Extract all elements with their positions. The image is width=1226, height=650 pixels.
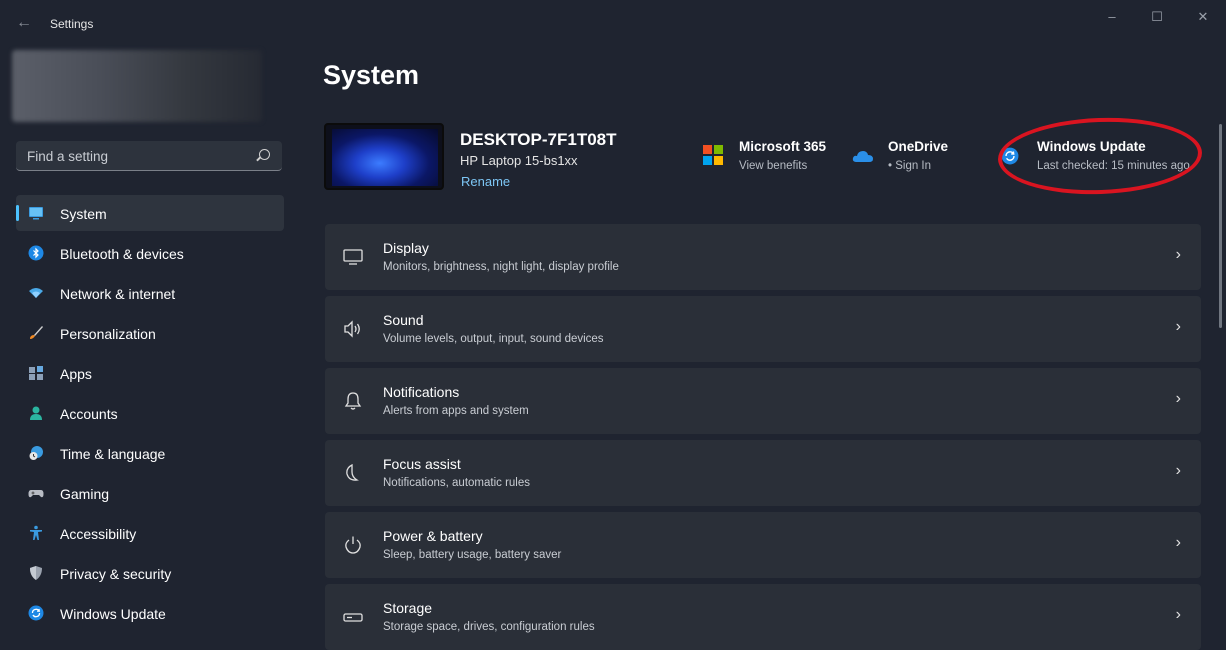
sidebar-item-personalization[interactable]: Personalization (16, 315, 284, 351)
chevron-right-icon: › (1175, 390, 1181, 407)
card-sound[interactable]: Sound Volume levels, output, input, soun… (325, 296, 1201, 362)
wifi-icon (29, 288, 43, 298)
device-name: DESKTOP-7F1T08T (460, 130, 617, 149)
sidebar-item-windows-update[interactable]: Windows Update (16, 595, 284, 631)
card-title: Display (383, 240, 429, 256)
card-display[interactable]: Display Monitors, brightness, night ligh… (325, 224, 1201, 290)
maximize-button[interactable]: ☐ (1144, 8, 1170, 26)
sidebar-item-network[interactable]: Network & internet (16, 275, 284, 311)
sidebar-item-gaming[interactable]: Gaming (16, 475, 284, 511)
quick-link-subtitle: • Sign In (888, 160, 932, 172)
sidebar-item-label: Personalization (60, 326, 156, 342)
sidebar-item-time-language[interactable]: Time & language (16, 435, 284, 471)
storage-icon (343, 613, 363, 622)
minimize-button[interactable]: – (1099, 8, 1125, 26)
chevron-right-icon: › (1175, 318, 1181, 335)
quick-link-subtitle: View benefits (739, 160, 808, 172)
title-bar: ← Settings – ☐ ✕ (0, 0, 1226, 48)
scrollbar[interactable] (1219, 124, 1222, 328)
wallpaper-image (332, 129, 438, 186)
rename-link[interactable]: Rename (461, 174, 510, 189)
sidebar-item-label: Bluetooth & devices (60, 246, 184, 262)
sidebar-item-system[interactable]: System (16, 195, 284, 231)
page-title: System (323, 60, 420, 90)
sidebar-item-accounts[interactable]: Accounts (16, 395, 284, 431)
card-subtitle: Volume levels, output, input, sound devi… (383, 333, 604, 345)
card-subtitle: Notifications, automatic rules (383, 477, 531, 489)
quick-link-title: Microsoft 365 (739, 139, 827, 154)
card-power-battery[interactable]: Power & battery Sleep, battery usage, ba… (325, 512, 1201, 578)
card-subtitle: Monitors, brightness, night light, displ… (383, 261, 619, 273)
globe-clock-icon (29, 446, 43, 460)
chevron-right-icon: › (1175, 246, 1181, 263)
sidebar-item-label: Privacy & security (60, 566, 172, 582)
sidebar-item-privacy[interactable]: Privacy & security (16, 555, 284, 591)
person-icon (30, 406, 42, 420)
sidebar-item-label: Apps (60, 366, 92, 382)
display-icon (343, 249, 363, 265)
sidebar-item-accessibility[interactable]: Accessibility (16, 515, 284, 551)
accessibility-icon (30, 525, 42, 540)
sidebar-item-label: Network & internet (60, 286, 176, 302)
user-profile-blurred[interactable] (12, 50, 262, 122)
card-subtitle: Alerts from apps and system (383, 405, 529, 417)
search-input[interactable]: Find a setting (27, 149, 108, 164)
microsoft-logo-icon (703, 145, 723, 165)
card-subtitle: Storage space, drives, configuration rul… (383, 621, 595, 633)
sidebar-item-label: Accounts (60, 406, 118, 422)
bluetooth-icon (28, 245, 44, 261)
moon-icon (346, 464, 359, 481)
card-title: Notifications (383, 384, 460, 400)
card-title: Power & battery (383, 528, 483, 544)
search-box[interactable]: Find a setting (16, 141, 282, 171)
sidebar-item-label: Gaming (60, 486, 110, 502)
card-title: Sound (383, 312, 424, 328)
monitor-icon (29, 207, 43, 220)
sidebar-item-label: Accessibility (60, 526, 137, 542)
card-title: Storage (383, 600, 433, 616)
chevron-right-icon: › (1175, 534, 1181, 551)
card-focus-assist[interactable]: Focus assist Notifications, automatic ru… (325, 440, 1201, 506)
apps-icon (29, 366, 43, 380)
quick-link-title: OneDrive (888, 139, 949, 154)
sync-icon (28, 605, 44, 621)
bell-icon (344, 392, 362, 410)
card-title: Focus assist (383, 456, 461, 472)
window-title: Settings (50, 17, 94, 31)
card-notifications[interactable]: Notifications Alerts from apps and syste… (325, 368, 1201, 434)
brush-icon (30, 326, 43, 339)
chevron-right-icon: › (1175, 462, 1181, 479)
shield-icon (30, 566, 42, 580)
gamepad-icon (28, 490, 44, 498)
sidebar-item-label: Windows Update (60, 606, 166, 622)
back-arrow-icon[interactable]: ← (16, 14, 34, 32)
close-button[interactable]: ✕ (1190, 8, 1216, 26)
red-highlight-circle (996, 114, 1204, 198)
card-storage[interactable]: Storage Storage space, drives, configura… (325, 584, 1201, 650)
search-icon (259, 149, 270, 160)
sidebar-item-bluetooth[interactable]: Bluetooth & devices (16, 235, 284, 271)
sidebar-item-label: System (60, 206, 107, 222)
active-indicator (16, 205, 19, 221)
power-icon (345, 536, 361, 554)
sidebar-item-label: Time & language (60, 446, 166, 462)
sidebar-nav: System Bluetooth & devices Network & int… (16, 195, 284, 635)
speaker-icon (344, 320, 360, 338)
card-subtitle: Sleep, battery usage, battery saver (383, 549, 562, 561)
cloud-icon (852, 151, 873, 162)
sidebar-item-apps[interactable]: Apps (16, 355, 284, 391)
chevron-right-icon: › (1175, 606, 1181, 623)
device-model: HP Laptop 15-bs1xx (460, 153, 578, 168)
device-thumbnail (324, 123, 444, 190)
